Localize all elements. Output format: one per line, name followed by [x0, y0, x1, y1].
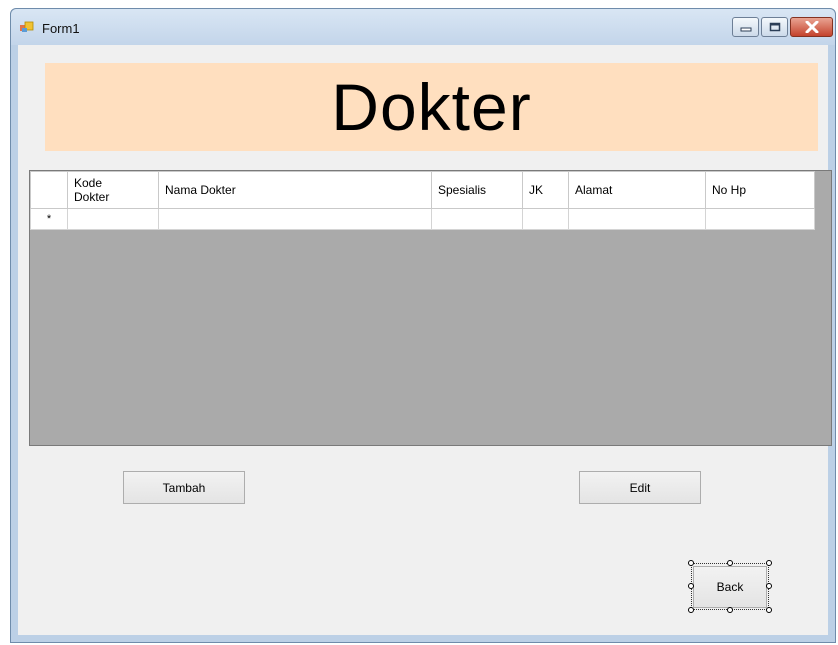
minimize-button[interactable] [732, 17, 759, 37]
caption-buttons [732, 17, 833, 39]
resize-handle-se[interactable] [766, 607, 772, 613]
new-row-marker[interactable]: * [30, 208, 68, 230]
window-title: Form1 [42, 21, 80, 36]
cell-kode-dokter[interactable] [67, 208, 159, 230]
maximize-icon [769, 22, 780, 32]
resize-handle-nw[interactable] [688, 560, 694, 566]
close-icon [805, 21, 818, 33]
page-title: Dokter [331, 70, 532, 144]
minimize-icon [740, 27, 751, 32]
back-button[interactable]: Back [693, 566, 767, 608]
new-row[interactable]: * [30, 208, 815, 230]
header-panel: Dokter [45, 63, 818, 151]
column-header-nama-dokter[interactable]: Nama Dokter [158, 171, 432, 209]
column-header-no-hp[interactable]: No Hp [705, 171, 815, 209]
cell-alamat[interactable] [568, 208, 706, 230]
column-header-spesialis[interactable]: Spesialis [431, 171, 523, 209]
resize-handle-sw[interactable] [688, 607, 694, 613]
column-header-kode-dokter[interactable]: Kode Dokter [67, 171, 159, 209]
title-bar[interactable]: Form1 [11, 9, 835, 45]
resize-handle-n[interactable] [727, 560, 733, 566]
tambah-button[interactable]: Tambah [123, 471, 245, 504]
maximize-button[interactable] [761, 17, 788, 37]
grid-header-row: Kode Dokter Nama Dokter Spesialis JK Ala… [30, 171, 815, 209]
column-header-alamat[interactable]: Alamat [568, 171, 706, 209]
cell-spesialis[interactable] [431, 208, 523, 230]
resize-handle-w[interactable] [688, 583, 694, 589]
cell-jk[interactable] [522, 208, 569, 230]
edit-button[interactable]: Edit [579, 471, 701, 504]
cell-no-hp[interactable] [705, 208, 815, 230]
resize-handle-s[interactable] [727, 607, 733, 613]
cell-nama-dokter[interactable] [158, 208, 432, 230]
form-window: Form1 Dokter Kode Dokter Nama Dokter Spe… [10, 8, 836, 643]
form-client-area: Dokter Kode Dokter Nama Dokter Spesialis… [18, 45, 832, 635]
app-icon [20, 21, 34, 32]
resize-handle-e[interactable] [766, 583, 772, 589]
resize-handle-ne[interactable] [766, 560, 772, 566]
close-button[interactable] [790, 17, 833, 37]
row-header-corner[interactable] [30, 171, 68, 209]
column-header-jk[interactable]: JK [522, 171, 569, 209]
dokter-data-grid[interactable]: Kode Dokter Nama Dokter Spesialis JK Ala… [29, 170, 832, 446]
grid-table: Kode Dokter Nama Dokter Spesialis JK Ala… [30, 171, 815, 230]
